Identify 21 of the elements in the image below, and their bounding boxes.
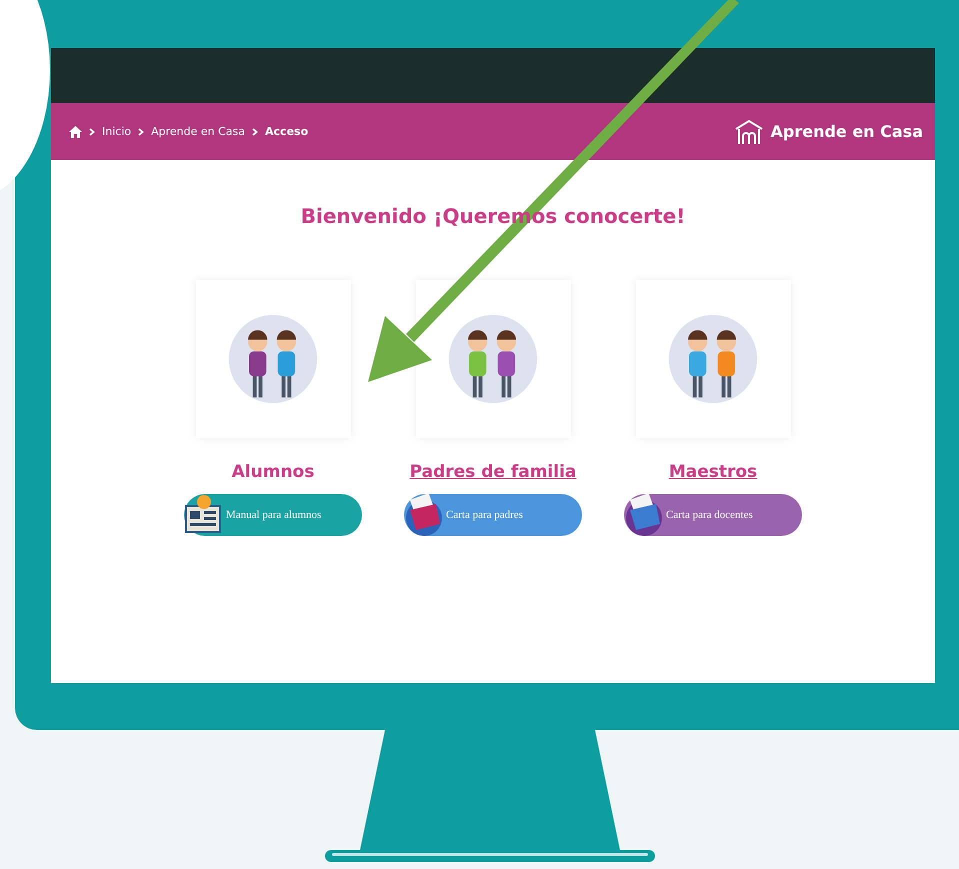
envelope-icon — [624, 494, 664, 536]
download-button[interactable]: Manual para alumnos — [184, 494, 362, 536]
profile-label: Alumnos — [232, 462, 314, 482]
download-button[interactable]: Carta para docentes — [624, 494, 802, 536]
profile-card[interactable] — [196, 280, 350, 438]
book-icon — [184, 494, 224, 536]
site-logo-text: Aprende en Casa — [770, 122, 923, 141]
download-button[interactable]: Carta para padres — [404, 494, 582, 536]
breadcrumb-link[interactable]: Aprende en Casa — [151, 125, 246, 138]
home-icon[interactable] — [69, 126, 82, 138]
breadcrumb-link[interactable]: Inicio — [102, 125, 132, 138]
chevron-icon — [138, 128, 144, 136]
chevron-icon — [89, 128, 95, 136]
breadcrumb-current: Acceso — [265, 125, 308, 138]
profile-card[interactable] — [636, 280, 790, 438]
profile-link[interactable]: Maestros — [668, 462, 758, 482]
house-icon — [734, 118, 764, 144]
profile-card[interactable] — [416, 280, 570, 438]
profile-link[interactable]: Padres de familia — [410, 462, 576, 482]
chevron-icon — [252, 128, 258, 136]
envelope-icon — [404, 494, 444, 536]
